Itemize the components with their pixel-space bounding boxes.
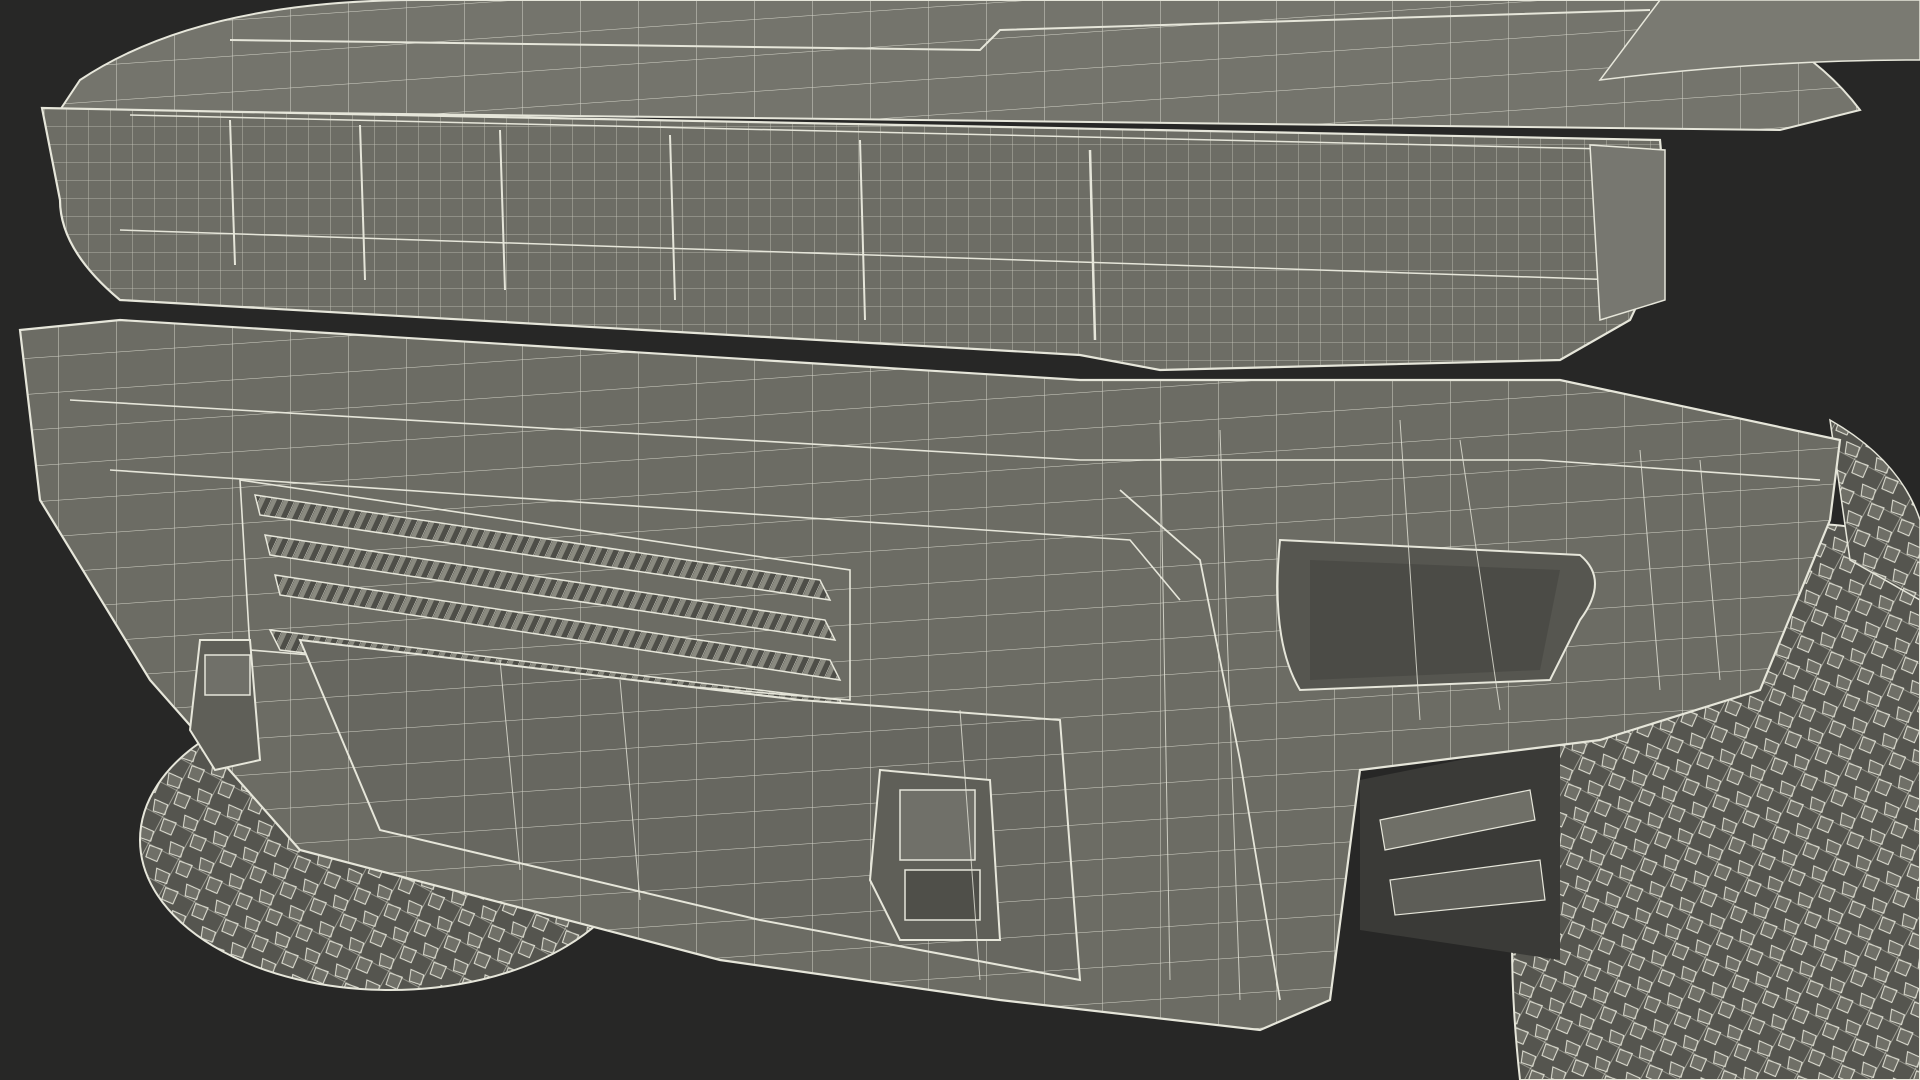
- suspension: [1360, 740, 1560, 960]
- wireframe-render: [18, 0, 1920, 1080]
- hood: [58, 0, 1920, 132]
- render-viewport: [0, 0, 1920, 1080]
- right-tow-hook: [868, 768, 1002, 941]
- fog-light-recess: [1276, 538, 1596, 692]
